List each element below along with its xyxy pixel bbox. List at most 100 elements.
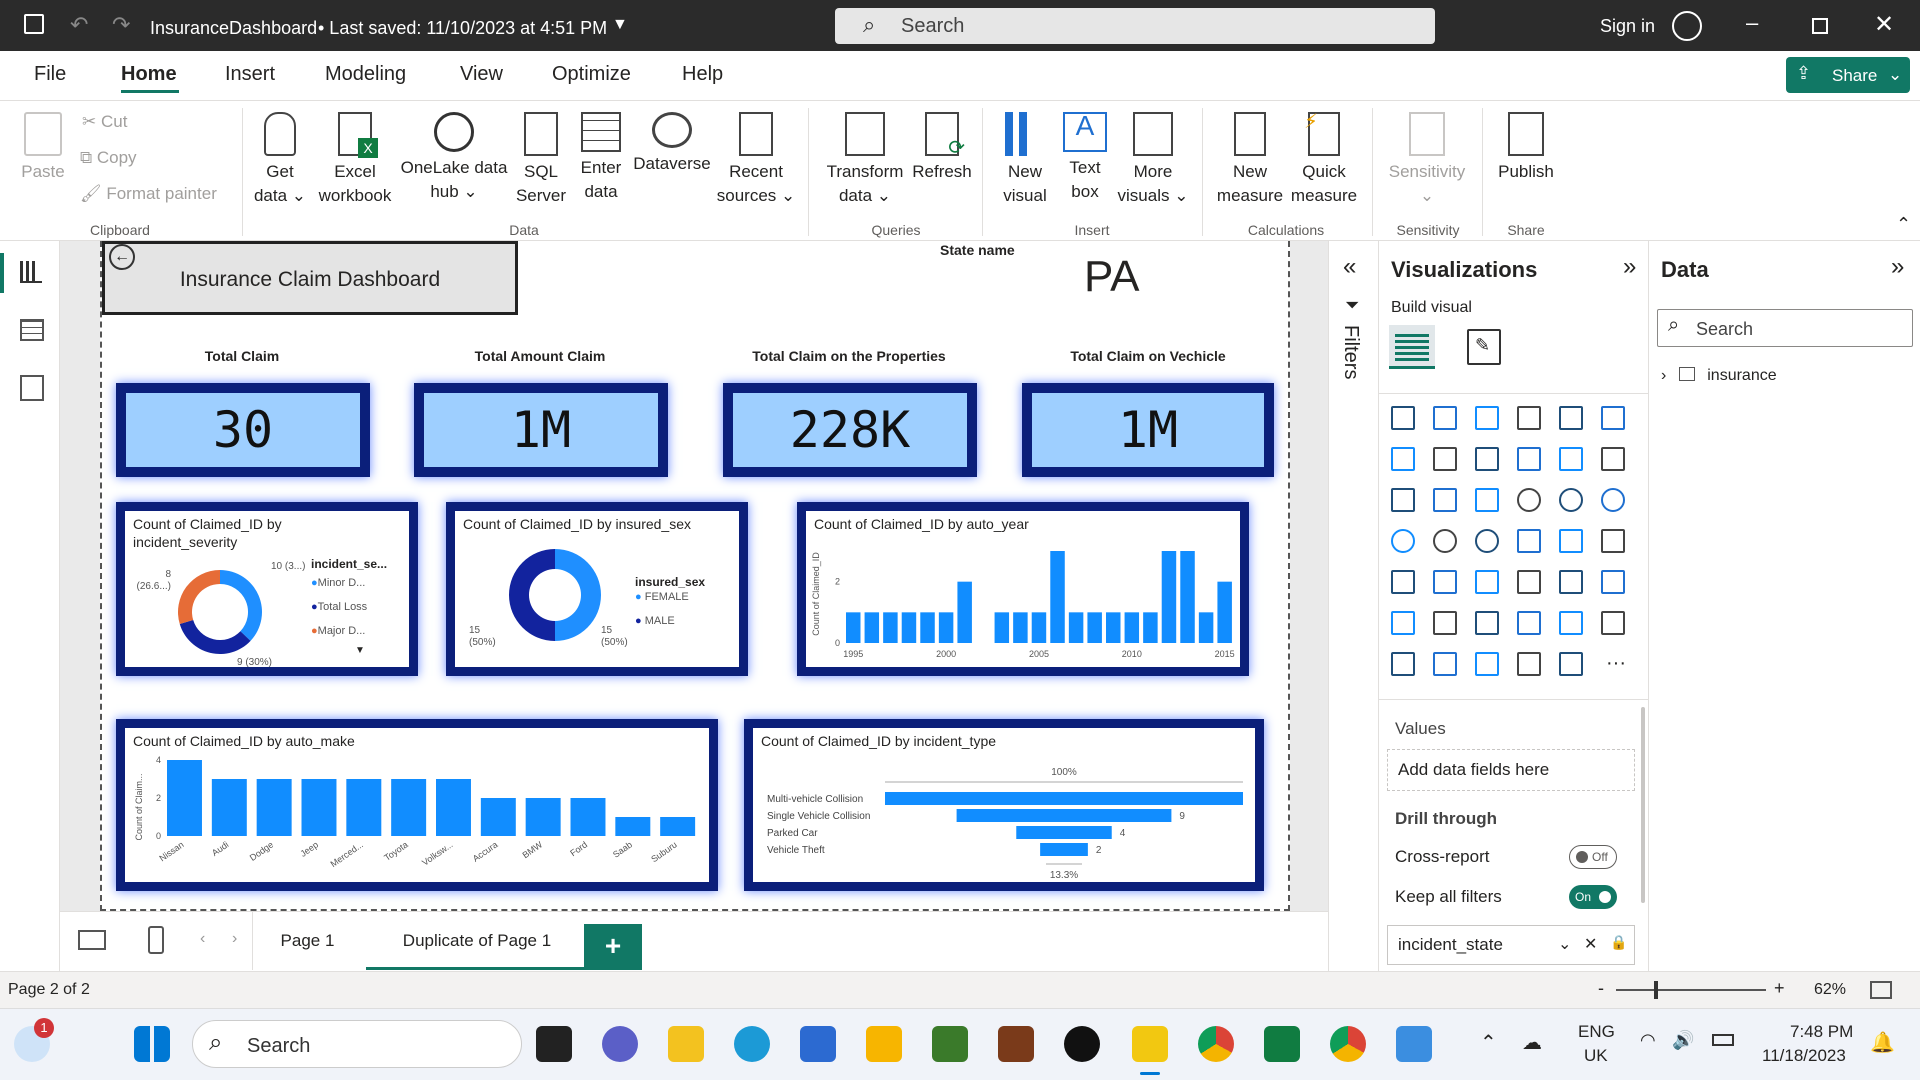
file-explorer-icon[interactable] — [668, 1026, 704, 1062]
line-stacked-column-icon[interactable] — [1559, 447, 1583, 471]
key-influencers-icon[interactable] — [1391, 611, 1415, 635]
excel-icon[interactable] — [1264, 1026, 1300, 1062]
pie-chart-icon[interactable] — [1517, 488, 1541, 512]
teams-icon[interactable] — [602, 1026, 638, 1062]
task-view-icon[interactable] — [536, 1026, 572, 1062]
refresh-button[interactable]: ⟳ Refresh — [904, 112, 980, 184]
stacked-column-icon[interactable] — [1433, 406, 1457, 430]
power-automate-icon[interactable] — [1433, 652, 1457, 676]
keep-filters-toggle[interactable]: On — [1569, 885, 1617, 909]
new-visual-button[interactable]: New visual — [994, 112, 1056, 208]
format-painter-button[interactable]: 🖌 Format painter — [80, 184, 217, 204]
funnel-icon[interactable] — [1433, 488, 1457, 512]
qa-icon[interactable] — [1475, 611, 1499, 635]
sensitivity-button[interactable]: Sensitivity ⌄ — [1380, 112, 1474, 208]
photos-icon[interactable] — [1396, 1026, 1432, 1062]
incident-type-bar-card[interactable]: Count of Claimed_ID by incident_type 100… — [744, 719, 1264, 891]
new-measure-button[interactable]: New measure — [1212, 112, 1288, 208]
model-view-icon[interactable] — [20, 375, 44, 401]
cloud-icon[interactable]: ☁ — [1522, 1030, 1542, 1055]
language-line-1[interactable]: ENG — [1578, 1022, 1615, 1042]
share-button[interactable]: ⇪ Share ⌄ — [1786, 57, 1910, 93]
undo-icon[interactable]: ↶ — [70, 12, 88, 38]
data-search-input[interactable]: ⌕ Search — [1657, 309, 1913, 347]
restore-icon[interactable] — [1812, 18, 1828, 34]
fabric-icon[interactable] — [1517, 652, 1541, 676]
language-line-2[interactable]: UK — [1584, 1046, 1608, 1066]
expand-filters-icon[interactable]: « — [1343, 253, 1356, 281]
tab-help[interactable]: Help — [682, 63, 723, 86]
multi-row-card-icon[interactable] — [1601, 529, 1625, 553]
legend-scroll-down-icon[interactable]: ▼ — [355, 645, 365, 656]
r-visual-icon[interactable] — [1559, 570, 1583, 594]
tab-view[interactable]: View — [460, 63, 503, 86]
minimize-icon[interactable]: – — [1746, 10, 1758, 36]
values-drop-zone[interactable]: Add data fields here — [1387, 749, 1635, 791]
kpi-card-total-claim[interactable]: 30 — [116, 383, 370, 477]
table-view-icon[interactable] — [20, 319, 44, 341]
build-visual-tab[interactable] — [1389, 325, 1435, 369]
area-chart-icon[interactable] — [1433, 447, 1457, 471]
paginated-report-icon[interactable] — [1601, 611, 1625, 635]
game-icon[interactable] — [932, 1026, 968, 1062]
tab-home[interactable]: Home — [121, 63, 177, 86]
waterfall-icon[interactable] — [1391, 488, 1415, 512]
kpi-card-total-amount[interactable]: 1M — [414, 383, 668, 477]
chrome-icon[interactable] — [1330, 1026, 1366, 1062]
auto-year-bar-card[interactable]: Count of Claimed_ID by auto_year Count o… — [797, 502, 1249, 676]
edge-icon[interactable] — [734, 1026, 770, 1062]
stacked-bar-icon[interactable] — [1391, 406, 1415, 430]
back-arrow-icon[interactable]: ← — [109, 244, 135, 270]
game-icon[interactable] — [998, 1026, 1034, 1062]
zoom-slider[interactable] — [1616, 981, 1766, 999]
collapse-ribbon-icon[interactable]: ⌃ — [1896, 214, 1911, 235]
excel-workbook-button[interactable]: X Excel workbook — [312, 112, 398, 208]
tab-file[interactable]: File — [34, 63, 66, 86]
line-chart-icon[interactable] — [1391, 447, 1415, 471]
redo-icon[interactable]: ↷ — [112, 12, 130, 38]
table-icon[interactable] — [1475, 570, 1499, 594]
store-icon[interactable] — [800, 1026, 836, 1062]
collapse-data-icon[interactable]: » — [1891, 253, 1904, 281]
power-apps-icon[interactable] — [1391, 652, 1415, 676]
python-visual-icon[interactable] — [1601, 570, 1625, 594]
recent-sources-button[interactable]: Recent sources ⌄ — [716, 112, 796, 208]
get-data-button[interactable]: Get data ⌄ — [252, 112, 308, 208]
app-icon[interactable] — [1064, 1026, 1100, 1062]
collapse-viz-icon[interactable]: » — [1623, 253, 1636, 281]
windows-start-icon[interactable] — [134, 1026, 170, 1062]
incident-state-field-well[interactable]: incident_state ⌄ ✕ 🔒 — [1387, 925, 1635, 965]
close-icon[interactable]: ✕ — [1874, 10, 1894, 39]
clustered-bar-icon[interactable] — [1475, 406, 1499, 430]
fit-to-page-icon[interactable] — [1870, 981, 1892, 999]
cut-button[interactable]: ✂ Cut — [82, 112, 127, 132]
enter-data-button[interactable]: Enter data — [572, 112, 630, 204]
line-column-icon[interactable] — [1517, 447, 1541, 471]
zoom-slider-thumb[interactable] — [1654, 981, 1658, 999]
power-bi-icon[interactable] — [1132, 1026, 1168, 1062]
slicer-icon[interactable] — [1433, 570, 1457, 594]
publish-button[interactable]: Publish — [1490, 112, 1562, 184]
show-hidden-icons[interactable]: ⌃ — [1480, 1030, 1497, 1055]
tab-insert[interactable]: Insert — [225, 63, 275, 86]
search-box[interactable]: ⌕ Search — [835, 8, 1435, 44]
zoom-out-icon[interactable]: - — [1598, 978, 1604, 999]
narrative-icon[interactable] — [1517, 611, 1541, 635]
goals-icon[interactable] — [1559, 611, 1583, 635]
tab-modeling[interactable]: Modeling — [325, 63, 406, 86]
filters-label[interactable]: Filters — [1339, 325, 1362, 379]
add-page-button[interactable]: + — [584, 924, 642, 970]
ribbon-chart-icon[interactable] — [1601, 447, 1625, 471]
stacked-area-icon[interactable] — [1475, 447, 1499, 471]
sign-in-link[interactable]: Sign in — [1600, 16, 1655, 37]
copy-button[interactable]: ⧉ Copy — [80, 148, 137, 168]
transform-data-button[interactable]: Transform data ⌄ — [818, 112, 912, 208]
account-icon[interactable] — [1672, 11, 1702, 41]
taskbar-search-box[interactable]: ⌕ Search — [192, 1020, 522, 1068]
dataverse-button[interactable]: Dataverse — [630, 112, 714, 176]
desktop-view-icon[interactable] — [78, 930, 106, 950]
metrics-icon[interactable] — [1559, 652, 1583, 676]
next-page-icon[interactable]: › — [232, 930, 237, 948]
kpi-card-properties[interactable]: 228K — [723, 383, 977, 477]
lock-icon[interactable]: 🔒 — [1610, 934, 1627, 951]
